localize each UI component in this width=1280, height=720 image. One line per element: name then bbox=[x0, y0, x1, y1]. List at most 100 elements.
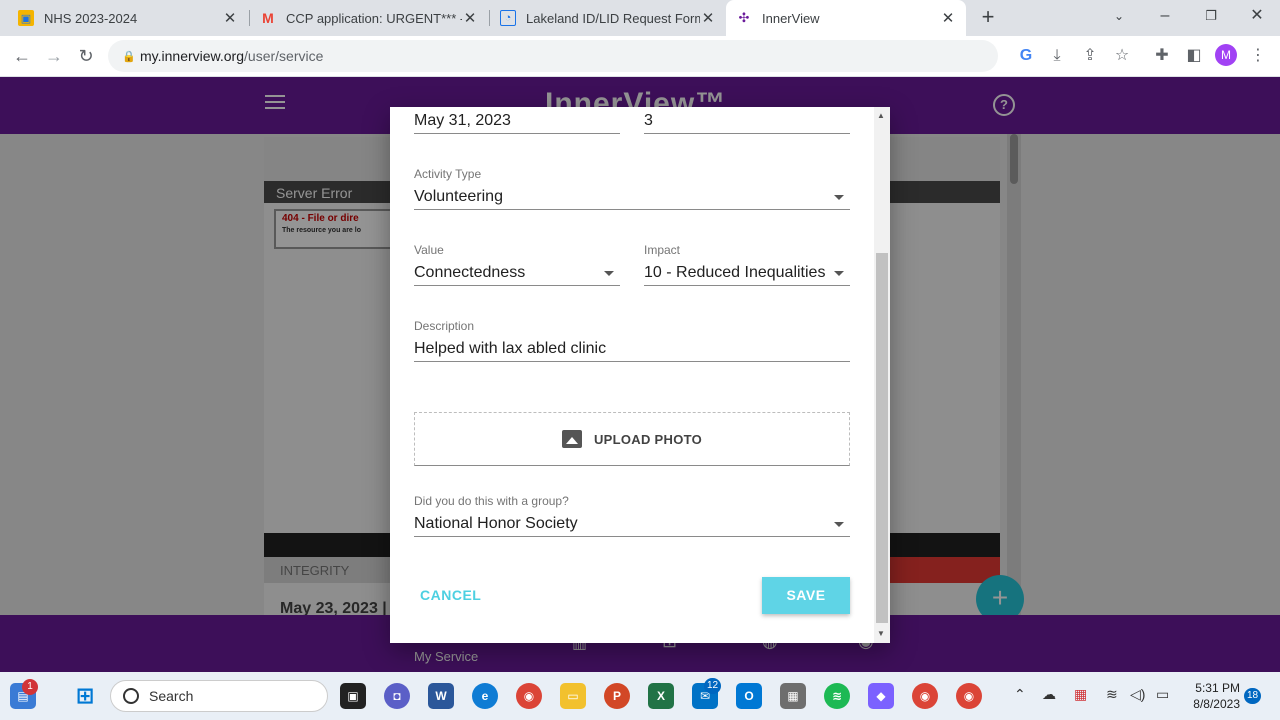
form-icon: ◔ bbox=[500, 10, 516, 26]
activity-type-select[interactable]: Activity Type Volunteering bbox=[414, 167, 850, 210]
powerpoint-icon[interactable]: P bbox=[604, 683, 630, 709]
scroll-down-arrow-icon[interactable]: ▼ bbox=[877, 629, 885, 638]
word-icon[interactable]: W bbox=[428, 683, 454, 709]
notification-badge[interactable]: 18 bbox=[1244, 688, 1262, 704]
cancel-button[interactable]: CANCEL bbox=[420, 579, 500, 611]
impact-value[interactable]: 10 - Reduced Inequalities bbox=[644, 262, 850, 286]
description-field[interactable]: Description Helped with lax abled clinic bbox=[414, 319, 850, 362]
file-explorer-icon[interactable]: ▭ bbox=[560, 683, 586, 709]
activity-type-label: Activity Type bbox=[414, 167, 482, 181]
close-tab-icon[interactable]: ✕ bbox=[940, 9, 956, 27]
show-hidden-icons[interactable]: ⌃ bbox=[1014, 686, 1026, 703]
back-icon[interactable]: ← bbox=[8, 42, 36, 70]
outlook-icon[interactable]: O bbox=[736, 683, 762, 709]
impact-select[interactable]: Impact 10 - Reduced Inequalities bbox=[644, 243, 850, 286]
clock-date: 8/8/2023 bbox=[1193, 697, 1240, 711]
wifi-icon[interactable]: ≋ bbox=[1106, 686, 1118, 703]
tab-search-icon[interactable]: ⌄ bbox=[1096, 0, 1142, 32]
task-view-icon[interactable]: ▣ bbox=[340, 683, 366, 709]
activity-type-text: Volunteering bbox=[414, 188, 503, 205]
hours-field[interactable]: 3 bbox=[644, 110, 850, 134]
image-icon bbox=[561, 430, 582, 448]
tab-title: CCP application: URGENT*** - m bbox=[286, 10, 462, 26]
impact-label: Impact bbox=[644, 243, 681, 257]
close-tab-icon[interactable]: ✕ bbox=[222, 9, 238, 27]
side-panel-icon[interactable]: ◧ bbox=[1180, 42, 1208, 70]
teams-chat-icon[interactable]: ◘ bbox=[384, 683, 410, 709]
group-value[interactable]: National Honor Society bbox=[414, 513, 850, 537]
taskbar-search[interactable]: Search bbox=[110, 680, 328, 712]
group-label: Did you do this with a group? bbox=[414, 494, 569, 508]
service-dialog: May 31, 2023 3 Activity Type Volunteerin… bbox=[390, 107, 890, 643]
install-icon[interactable]: ⤓ bbox=[1043, 42, 1071, 70]
spotify-icon[interactable]: ≋ bbox=[824, 683, 850, 709]
url-path: /user/service bbox=[244, 48, 324, 64]
volume-icon[interactable]: ◁) bbox=[1130, 686, 1145, 703]
excel-icon[interactable]: X bbox=[648, 683, 674, 709]
calendar-icon[interactable]: ▦ bbox=[1074, 686, 1087, 703]
activity-type-value[interactable]: Volunteering bbox=[414, 186, 850, 210]
gmail-icon: M bbox=[262, 10, 274, 26]
date-field[interactable]: May 31, 2023 bbox=[414, 110, 620, 134]
close-tab-icon[interactable]: ✕ bbox=[462, 9, 478, 27]
tab-nhs[interactable]: ▣ NHS 2023-2024 ✕ bbox=[8, 0, 248, 36]
date-value[interactable]: May 31, 2023 bbox=[414, 110, 620, 134]
scroll-up-arrow-icon[interactable]: ▲ bbox=[877, 111, 885, 120]
extensions-icon[interactable]: ✚ bbox=[1148, 42, 1176, 70]
chrome-profile-icon[interactable]: ◉ bbox=[912, 683, 938, 709]
dropdown-arrow-icon bbox=[834, 195, 844, 200]
lock-icon: 🔒 bbox=[122, 50, 136, 63]
reload-icon[interactable]: ↻ bbox=[72, 42, 100, 70]
forward-icon[interactable]: → bbox=[40, 42, 68, 70]
group-select[interactable]: Did you do this with a group? National H… bbox=[414, 494, 850, 537]
search-label: Search bbox=[149, 688, 194, 704]
classroom-icon: ▣ bbox=[18, 10, 34, 26]
tab-bar: ▣ NHS 2023-2024 ✕ M CCP application: URG… bbox=[0, 0, 1280, 36]
close-tab-icon[interactable]: ✕ bbox=[700, 9, 716, 27]
group-text: National Honor Society bbox=[414, 515, 578, 532]
address-bar[interactable]: 🔒 my.innerview.org /user/service bbox=[108, 40, 998, 72]
value-select[interactable]: Value Connectedness bbox=[414, 243, 620, 286]
google-lens-icon[interactable]: G bbox=[1012, 42, 1040, 70]
upload-photo-button[interactable]: UPLOAD PHOTO bbox=[414, 412, 850, 466]
new-tab-button[interactable]: + bbox=[974, 4, 1002, 32]
share-icon[interactable]: ⇪ bbox=[1076, 42, 1104, 70]
profile-avatar[interactable]: M bbox=[1215, 44, 1237, 66]
bookmark-star-icon[interactable]: ☆ bbox=[1108, 42, 1136, 70]
app-icon[interactable]: ◆ bbox=[868, 683, 894, 709]
onedrive-icon[interactable]: ☁ bbox=[1042, 686, 1056, 703]
restore-button[interactable]: ❐ bbox=[1188, 0, 1234, 32]
innerview-icon: ✣ bbox=[738, 10, 750, 25]
hours-value[interactable]: 3 bbox=[644, 110, 850, 134]
tab-lakeland[interactable]: ◔ Lakeland ID/LID Request Form - ✕ bbox=[490, 0, 726, 36]
tab-title: InnerView bbox=[762, 10, 820, 26]
impact-text: 10 - Reduced Inequalities bbox=[644, 264, 826, 281]
dropdown-arrow-icon bbox=[834, 522, 844, 527]
description-value[interactable]: Helped with lax abled clinic bbox=[414, 338, 850, 362]
more-menu-icon[interactable]: ⋮ bbox=[1244, 42, 1272, 70]
tab-innerview[interactable]: ✣ InnerView ✕ bbox=[726, 0, 966, 36]
mail-badge: 12 bbox=[704, 678, 722, 694]
tab-title: NHS 2023-2024 bbox=[44, 10, 138, 26]
value-label: Value bbox=[414, 243, 444, 257]
value-value[interactable]: Connectedness bbox=[414, 262, 620, 286]
chrome-profile-2-icon[interactable]: ◉ bbox=[956, 683, 982, 709]
battery-icon[interactable]: ▭ bbox=[1156, 686, 1169, 703]
calculator-icon[interactable]: ▦ bbox=[780, 683, 806, 709]
tab-gmail[interactable]: M CCP application: URGENT*** - m ✕ bbox=[250, 0, 488, 36]
tab-title: Lakeland ID/LID Request Form - bbox=[526, 10, 700, 26]
value-text: Connectedness bbox=[414, 264, 526, 281]
start-icon[interactable]: ⊞ bbox=[72, 683, 98, 709]
edge-icon[interactable]: e bbox=[472, 683, 498, 709]
minimize-button[interactable]: – bbox=[1142, 0, 1188, 32]
description-label: Description bbox=[414, 319, 475, 333]
upload-photo-label: UPLOAD PHOTO bbox=[593, 431, 703, 447]
save-button[interactable]: SAVE bbox=[762, 577, 850, 614]
clock-time: 5:31 PM bbox=[1195, 681, 1240, 695]
close-window-button[interactable]: ✕ bbox=[1234, 0, 1280, 32]
dialog-scrollbar-thumb[interactable] bbox=[876, 253, 888, 623]
clock[interactable]: 5:31 PM 8/8/2023 bbox=[1186, 680, 1240, 712]
dropdown-arrow-icon bbox=[604, 271, 614, 276]
url-host: my.innerview.org bbox=[140, 48, 245, 64]
chrome-icon[interactable]: ◉ bbox=[516, 683, 542, 709]
